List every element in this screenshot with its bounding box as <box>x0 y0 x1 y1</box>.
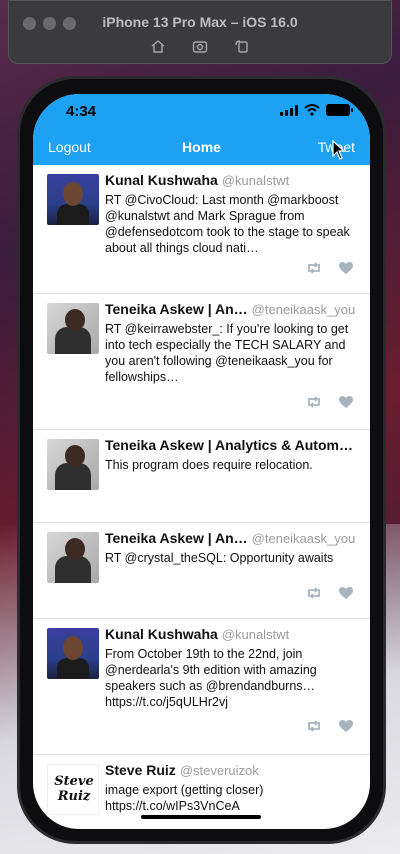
rotate-icon[interactable] <box>234 39 250 53</box>
tweet-author-handle: @kunalstwt <box>221 627 290 642</box>
tweet-author-name: Teneika Askew | An… <box>105 530 248 546</box>
tweet-author-name: Kunal Kushwaha <box>105 626 218 642</box>
retweet-icon[interactable] <box>306 395 322 409</box>
tweet-text: RT @CivoCloud: Last month @markboost @ku… <box>105 193 350 255</box>
avatar[interactable]: Steve Ruiz <box>47 764 99 815</box>
tweet-row[interactable]: Kunal Kushwaha @kunalstwt From October 19… <box>33 619 370 755</box>
tweet-text: From October 19th to the 22nd, join @ner… <box>105 647 317 709</box>
home-indicator[interactable] <box>141 815 261 819</box>
navigation-bar: Logout Home Tweet <box>33 139 370 159</box>
wifi-icon <box>304 104 320 116</box>
like-icon[interactable] <box>338 586 354 600</box>
tweet-author-name: Teneika Askew | Analytics & Autom… <box>105 437 353 453</box>
tweet-author-name: Steve Ruiz <box>105 762 176 778</box>
retweet-icon[interactable] <box>306 586 322 600</box>
tweet-text: image export (getting closer) https://t.… <box>105 783 264 813</box>
status-time: 4:34 <box>66 103 97 120</box>
tweet-row[interactable]: Teneika Askew | An… @teneikaask_you RT @k… <box>33 294 370 430</box>
tweet-text: RT @crystal_theSQL: Opportunity awaits <box>105 551 334 565</box>
simulator-title: iPhone 13 Pro Max – iOS 16.0 <box>102 14 298 30</box>
avatar[interactable] <box>47 439 99 490</box>
status-icons <box>280 104 353 116</box>
simulator-titlebar: iPhone 13 Pro Max – iOS 16.0 <box>8 0 392 64</box>
avatar[interactable] <box>47 303 99 354</box>
battery-icon <box>326 104 353 116</box>
tweet-row[interactable]: Teneika Askew | Analytics & Autom… This … <box>33 430 370 523</box>
avatar[interactable] <box>47 628 99 679</box>
screenshot-icon[interactable] <box>192 39 208 53</box>
like-icon[interactable] <box>338 261 354 275</box>
home-icon[interactable] <box>150 39 166 53</box>
like-icon[interactable] <box>338 719 354 733</box>
avatar[interactable] <box>47 532 99 583</box>
tweet-author-handle: @teneikaask_you <box>251 531 356 546</box>
tweet-row[interactable]: Teneika Askew | An… @teneikaask_you RT @c… <box>33 523 370 619</box>
phone-screen: 4:34 Logout Home Tweet Kunal Kushwah <box>33 94 370 829</box>
tweet-feed[interactable]: Kunal Kushwaha @kunalstwt RT @CivoCloud: … <box>33 165 370 829</box>
like-icon[interactable] <box>338 395 354 409</box>
avatar[interactable] <box>47 174 99 225</box>
tweet-author-handle: @teneikaask_you <box>251 302 356 317</box>
tweet-text: This program does require relocation. <box>105 458 313 472</box>
retweet-icon[interactable] <box>306 719 322 733</box>
tweet-author-name: Teneika Askew | An… <box>105 301 248 317</box>
tweet-text: RT @keirrawebster_: If you're looking to… <box>105 322 349 384</box>
avatar-logo-text: Steve Ruiz <box>54 774 94 804</box>
app-header: 4:34 Logout Home Tweet <box>33 94 370 165</box>
tweet-author-handle: @kunalstwt <box>221 173 290 188</box>
tweet-author-handle: @steveruizok <box>179 763 259 778</box>
mouse-cursor-icon <box>332 140 346 160</box>
tweet-row[interactable]: Kunal Kushwaha @kunalstwt RT @CivoCloud: … <box>33 165 370 294</box>
signal-icon <box>280 104 298 116</box>
tweet-author-name: Kunal Kushwaha <box>105 172 218 188</box>
retweet-icon[interactable] <box>306 261 322 275</box>
